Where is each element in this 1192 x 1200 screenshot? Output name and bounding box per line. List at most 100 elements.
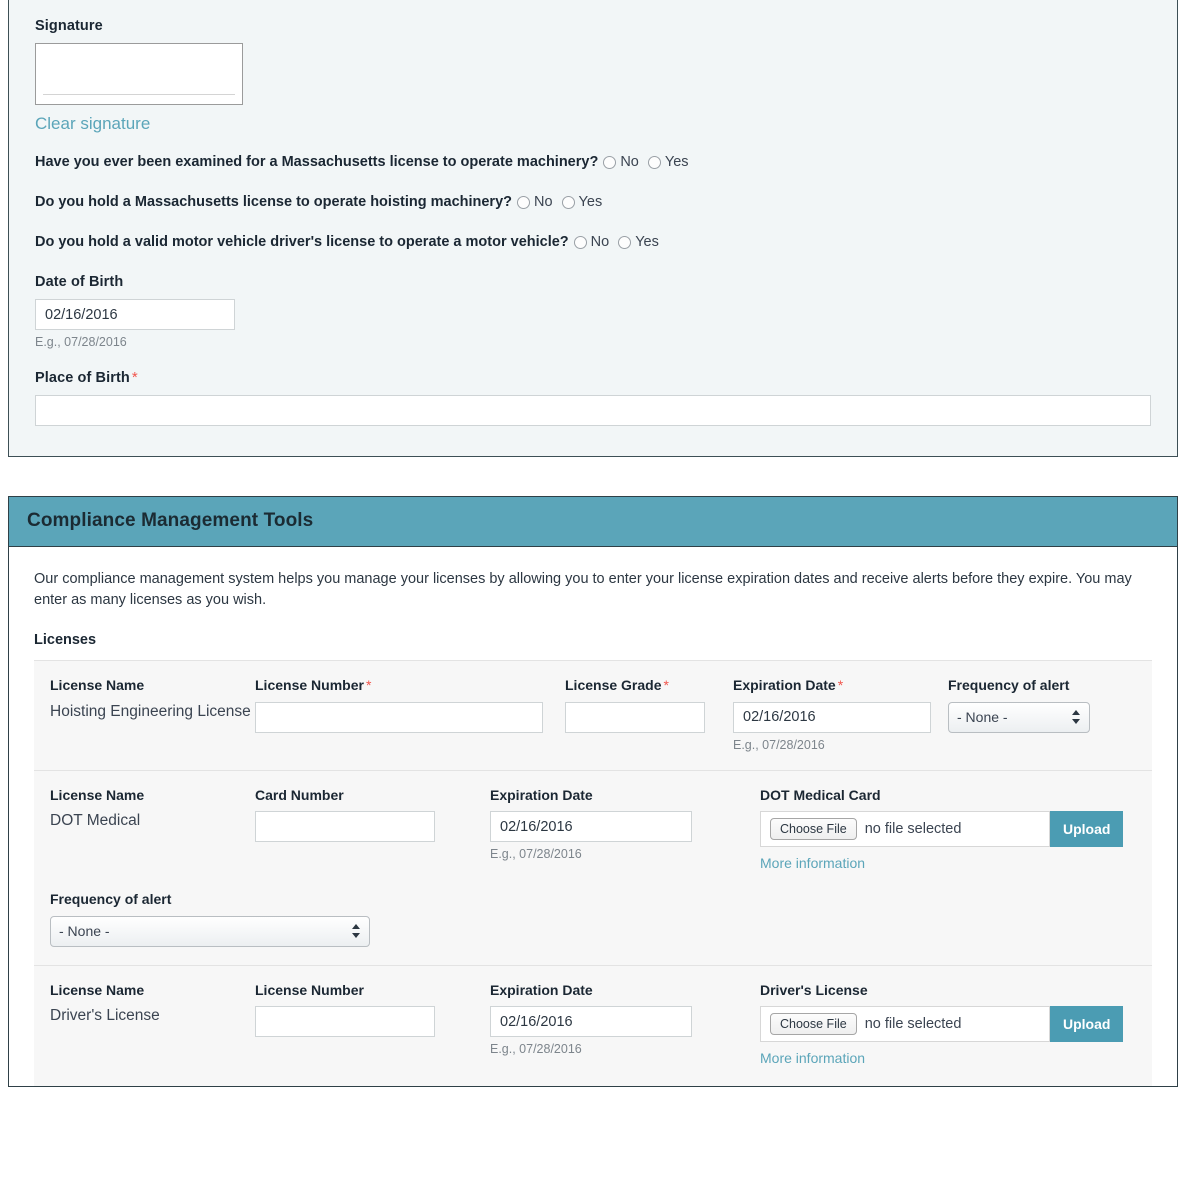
- card-number-input[interactable]: [255, 811, 435, 843]
- radio-circle-icon[interactable]: [618, 235, 632, 249]
- expiration-date-cell: Expiration Date E.g., 07/28/2016: [490, 787, 760, 862]
- radio-option-yes[interactable]: Yes: [561, 194, 609, 210]
- date-of-birth-label: Date of Birth: [35, 274, 124, 290]
- radio-circle-icon[interactable]: [647, 155, 661, 169]
- dot-medical-card-upload-cell: DOT Medical Card Choose File no file sel…: [760, 787, 1180, 874]
- upload-button[interactable]: Upload: [1050, 1006, 1124, 1043]
- expiration-date-hint: E.g., 07/28/2016: [490, 1042, 582, 1057]
- file-upload-widget: Choose File no file selected Upload: [760, 811, 1180, 848]
- table-row: License Name Driver's License License Nu…: [34, 964, 1152, 1087]
- expiration-date-cell: Expiration Date E.g., 07/28/2016: [490, 982, 760, 1057]
- license-number-input[interactable]: [255, 1006, 435, 1038]
- radio-label-no: No: [534, 194, 553, 210]
- frequency-of-alert-select[interactable]: - None -: [948, 701, 1090, 733]
- license-name-value: DOT Medical: [50, 812, 141, 830]
- license-number-cell: License Number *: [255, 677, 565, 733]
- license-number-label: License Number: [255, 981, 364, 998]
- question-row-hold-hoisting-license: Do you hold a Massachusetts license to o…: [35, 194, 1151, 210]
- expiration-date-cell: Expiration Date* E.g., 07/28/2016: [733, 677, 948, 752]
- clear-signature-link[interactable]: Clear signature: [35, 114, 150, 134]
- drivers-license-upload-cell: Driver's License Choose File no file sel…: [760, 982, 1180, 1069]
- radio-circle-icon[interactable]: [517, 195, 530, 209]
- radio-option-no[interactable]: No: [517, 194, 559, 210]
- compliance-header: Compliance Management Tools: [9, 497, 1177, 547]
- radio-group-examined-machinery: No Yes: [603, 154, 697, 170]
- radio-circle-icon[interactable]: [561, 195, 575, 209]
- required-marker: *: [837, 677, 844, 694]
- radio-option-no[interactable]: No: [603, 154, 645, 170]
- frequency-of-alert-select[interactable]: - None -: [50, 915, 370, 947]
- required-marker: *: [663, 677, 669, 694]
- place-of-birth-label-text: Place of Birth: [35, 370, 130, 386]
- radio-label-yes: Yes: [635, 234, 659, 250]
- date-of-birth-hint: E.g., 07/28/2016: [35, 335, 127, 349]
- file-input-field[interactable]: Choose File no file selected: [760, 811, 1050, 848]
- expiration-date-input[interactable]: [733, 701, 931, 733]
- question-text: Do you hold a Massachusetts license to o…: [35, 194, 512, 210]
- licenses-section-title: Licenses: [34, 632, 97, 649]
- license-grade-label-text: License Grade: [565, 677, 662, 694]
- license-number-label: License Number *: [255, 677, 565, 695]
- choose-file-button[interactable]: Choose File: [770, 1013, 857, 1036]
- application-form-panel: Signature Clear signature Have you ever …: [8, 0, 1178, 457]
- required-marker: *: [131, 369, 138, 386]
- expiration-date-input[interactable]: [490, 1006, 692, 1038]
- license-number-input[interactable]: [255, 701, 543, 733]
- frequency-of-alert-label: Frequency of alert: [50, 891, 172, 908]
- signature-label: Signature: [35, 18, 103, 34]
- radio-label-yes: Yes: [578, 194, 603, 210]
- license-name-label: License Name: [50, 786, 145, 803]
- radio-group-hold-hoisting-license: No Yes: [517, 194, 611, 210]
- expiration-date-hint: E.g., 07/28/2016: [490, 847, 582, 862]
- more-information-link[interactable]: More information: [760, 855, 865, 871]
- license-grade-cell: License Grade *: [565, 677, 733, 733]
- license-number-label-text: License Number: [255, 677, 364, 694]
- date-of-birth-input[interactable]: [35, 299, 235, 330]
- radio-option-yes[interactable]: Yes: [647, 154, 695, 170]
- compliance-body: Our compliance management system helps y…: [9, 547, 1177, 1087]
- radio-circle-icon[interactable]: [603, 155, 617, 169]
- license-grade-input[interactable]: [565, 701, 705, 733]
- chevron-updown-icon: [352, 924, 360, 939]
- place-of-birth-label: Place of Birth *: [35, 369, 1151, 386]
- file-status-text: no file selected: [864, 821, 962, 838]
- frequency-of-alert-value: - None -: [59, 922, 110, 939]
- drivers-license-upload-label: Driver's License: [760, 981, 868, 998]
- radio-option-no[interactable]: No: [573, 234, 616, 250]
- expiration-date-label-text: Expiration Date: [733, 677, 836, 694]
- card-number-cell: Card Number: [255, 787, 490, 843]
- radio-label-yes: Yes: [664, 154, 689, 170]
- upload-button[interactable]: Upload: [1050, 811, 1124, 848]
- required-marker: *: [365, 677, 372, 694]
- file-upload-widget: Choose File no file selected Upload: [760, 1006, 1180, 1043]
- choose-file-button[interactable]: Choose File: [770, 818, 857, 841]
- license-name-value: Hoisting Engineering License: [50, 702, 251, 720]
- frequency-of-alert-value: - None -: [957, 708, 1008, 725]
- radio-circle-icon[interactable]: [573, 235, 587, 249]
- radio-group-hold-drivers-license: No Yes: [573, 234, 668, 250]
- dot-medical-card-label: DOT Medical Card: [760, 786, 881, 803]
- frequency-of-alert-cell: Frequency of alert - None -: [948, 677, 1098, 733]
- compliance-header-title: Compliance Management Tools: [27, 510, 314, 531]
- expiration-date-label: Expiration Date *: [733, 677, 948, 695]
- license-number-cell: License Number: [255, 982, 490, 1038]
- more-information-link[interactable]: More information: [760, 1050, 865, 1066]
- license-name-value: Driver's License: [50, 1007, 160, 1025]
- table-row: License Name DOT Medical Card Number Exp…: [34, 769, 1152, 965]
- file-input-field[interactable]: Choose File no file selected: [760, 1006, 1050, 1043]
- license-name-cell: License Name DOT Medical: [50, 787, 255, 832]
- signature-pad[interactable]: [35, 43, 243, 105]
- license-name-label: License Name: [50, 677, 145, 694]
- chevron-updown-icon: [1072, 710, 1080, 725]
- compliance-intro-text: Our compliance management system helps y…: [34, 571, 1132, 608]
- table-row: License Name Hoisting Engineering Licens…: [34, 660, 1152, 770]
- radio-option-yes[interactable]: Yes: [618, 234, 665, 250]
- question-text: Have you ever been examined for a Massac…: [35, 154, 599, 170]
- question-row-examined-machinery: Have you ever been examined for a Massac…: [35, 154, 1151, 170]
- expiration-date-hint: E.g., 07/28/2016: [733, 737, 825, 752]
- file-status-text: no file selected: [864, 1016, 962, 1033]
- expiration-date-input[interactable]: [490, 811, 692, 843]
- card-number-label: Card Number: [255, 786, 344, 803]
- place-of-birth-input[interactable]: [35, 395, 1151, 426]
- compliance-management-panel: Compliance Management Tools Our complian…: [8, 496, 1178, 1088]
